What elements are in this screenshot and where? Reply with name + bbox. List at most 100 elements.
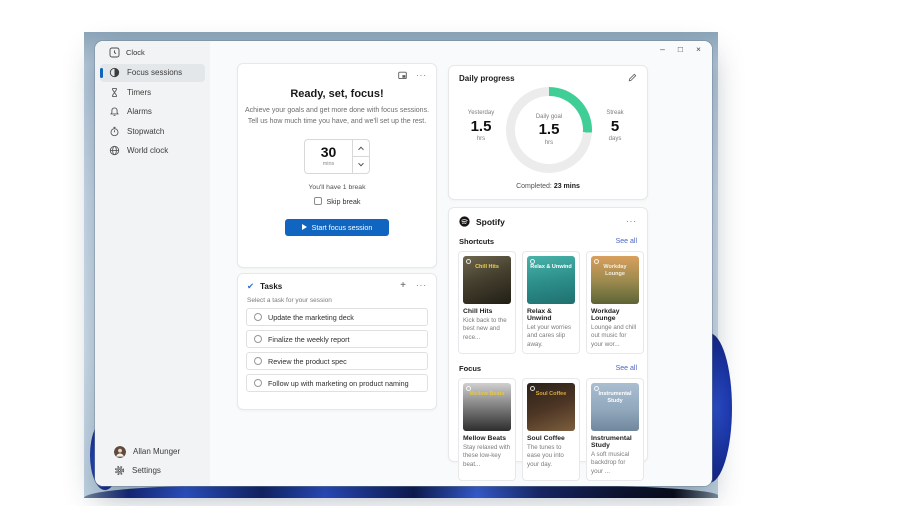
sidebar-item-timers[interactable]: Timers — [100, 83, 205, 101]
task-radio[interactable] — [254, 313, 262, 321]
sidebar-item-settings[interactable]: Settings — [105, 462, 200, 479]
completed-value: 23 mins — [554, 183, 580, 190]
sidebar-item-label: Settings — [132, 466, 161, 475]
section-label: Shortcuts — [459, 237, 494, 246]
task-row[interactable]: Finalize the weekly report — [246, 330, 428, 348]
daily-goal-stat: Daily goal 1.5 hrs — [506, 87, 592, 173]
duration-unit: mins — [305, 161, 352, 167]
artwork-text: Chill Hits — [466, 264, 508, 271]
playlist-description: Stay relaxed with these low-key beat... — [463, 444, 511, 469]
user-profile-item[interactable]: Allan Munger — [105, 443, 200, 460]
playlist-title: Workday Lounge — [591, 308, 639, 322]
playlist-artwork: Instrumental Study — [591, 383, 639, 431]
compact-mode-icon[interactable] — [398, 71, 407, 80]
focus-see-all-link[interactable]: See all — [616, 365, 637, 372]
sidebar-item-alarms[interactable]: Alarms — [100, 103, 205, 121]
globe-icon — [109, 145, 120, 156]
playlist-artwork: Mellow Beats — [463, 383, 511, 431]
playlist-tile[interactable]: Soul Coffee Soul Coffee The tunes to eas… — [522, 378, 580, 481]
task-row[interactable]: Review the product spec — [246, 352, 428, 370]
playlist-description: Lounge and chill out music for your wor.… — [591, 324, 639, 349]
tasks-more-options-icon[interactable]: ··· — [416, 282, 427, 290]
edit-goal-icon[interactable] — [628, 73, 637, 82]
sidebar-item-world-clock[interactable]: World clock — [100, 142, 205, 160]
stat-label: Daily goal — [536, 114, 562, 120]
playlist-artwork: Workday Lounge — [591, 256, 639, 304]
playlist-description: Let your worries and cares slip away. — [527, 324, 575, 349]
start-button-label: Start focus session — [312, 223, 373, 232]
gear-icon — [114, 465, 125, 476]
playlist-tile[interactable]: Chill Hits Chill Hits Kick back to the b… — [458, 251, 516, 354]
description-line-1: Achieve your goals and get more done wit… — [245, 107, 429, 114]
focus-card-description: Achieve your goals and get more done wit… — [238, 106, 436, 128]
chevron-down-icon — [358, 160, 364, 166]
skip-break-row: Skip break — [238, 197, 436, 206]
sidebar-item-label: World clock — [127, 146, 168, 155]
shortcuts-see-all-link[interactable]: See all — [616, 238, 637, 245]
playlist-title: Soul Coffee — [527, 435, 575, 442]
spotify-logo-icon — [459, 216, 470, 227]
sidebar-item-focus-sessions[interactable]: Focus sessions — [100, 64, 205, 82]
start-focus-session-button[interactable]: Start focus session — [285, 219, 389, 236]
artwork-text: Workday Lounge — [594, 264, 636, 277]
focus-sessions-icon — [109, 67, 120, 78]
spotify-header: Spotify ··· — [449, 208, 647, 227]
skip-break-checkbox[interactable] — [314, 197, 322, 205]
task-label: Follow up with marketing on product nami… — [268, 379, 409, 388]
stat-unit: hrs — [459, 136, 503, 142]
playlist-tile[interactable]: Relax & Unwind Relax & Unwind Let your w… — [522, 251, 580, 354]
spotify-more-options-icon[interactable]: ··· — [626, 218, 637, 226]
increase-duration-button[interactable] — [352, 139, 370, 156]
focus-card-title: Ready, set, focus! — [238, 88, 436, 100]
artwork-text: Mellow Beats — [466, 391, 508, 398]
playlist-description: Kick back to the best new and rece... — [463, 317, 511, 342]
tasks-check-icon: ✔ — [247, 282, 254, 291]
decrease-duration-button[interactable] — [352, 156, 370, 174]
focus-section-header: Focus See all — [449, 354, 647, 373]
break-note: You'll have 1 break — [238, 184, 436, 191]
daily-progress-card: Daily progress Yesterday 1.5 hrs Daily g… — [448, 65, 648, 200]
stat-value: 5 — [593, 118, 637, 135]
page: Clock Focus sessions Timers — [0, 0, 900, 506]
playlist-tile[interactable]: Workday Lounge Workday Lounge Lounge and… — [586, 251, 644, 354]
stat-unit: days — [593, 136, 637, 142]
task-row[interactable]: Update the marketing deck — [246, 308, 428, 326]
sidebar-item-label: Alarms — [127, 107, 152, 116]
duration-stepper: 30 mins — [304, 139, 370, 174]
duration-value-box[interactable]: 30 mins — [304, 139, 352, 174]
artwork-text: Soul Coffee — [530, 391, 572, 398]
tasks-subtitle: Select a task for your session — [238, 291, 436, 304]
task-radio[interactable] — [254, 379, 262, 387]
play-icon — [302, 224, 307, 230]
user-name-label: Allan Munger — [133, 447, 180, 456]
task-row[interactable]: Follow up with marketing on product nami… — [246, 374, 428, 392]
sidebar-item-stopwatch[interactable]: Stopwatch — [100, 122, 205, 140]
bell-icon — [109, 106, 120, 117]
shortcuts-section-header: Shortcuts See all — [449, 227, 647, 246]
yesterday-stat: Yesterday 1.5 hrs — [459, 110, 503, 142]
minimize-button[interactable]: – — [660, 44, 665, 54]
playlist-tile[interactable]: Mellow Beats Mellow Beats Stay relaxed w… — [458, 378, 516, 481]
task-radio[interactable] — [254, 335, 262, 343]
playlist-tile[interactable]: Instrumental Study Instrumental Study A … — [586, 378, 644, 481]
window-controls: – □ × — [660, 44, 701, 54]
playlist-description: The tunes to ease you into your day. — [527, 444, 575, 469]
spotify-mini-logo-icon — [594, 259, 599, 264]
focus-card-actions: ··· — [398, 71, 427, 80]
task-radio[interactable] — [254, 357, 262, 365]
playlist-artwork: Relax & Unwind — [527, 256, 575, 304]
playlist-title: Mellow Beats — [463, 435, 511, 442]
more-options-icon[interactable]: ··· — [416, 72, 427, 80]
app-title-label: Clock — [126, 48, 145, 57]
wallpaper-bloom-strip — [84, 485, 718, 498]
clock-app-window: Clock Focus sessions Timers — [95, 41, 712, 486]
add-task-button[interactable]: + — [400, 281, 406, 291]
close-button[interactable]: × — [696, 44, 701, 54]
maximize-button[interactable]: □ — [678, 44, 683, 54]
main-area: – □ × ··· Ready, set, focus! — [210, 41, 712, 486]
task-label: Finalize the weekly report — [268, 335, 350, 344]
stepper-buttons — [352, 139, 370, 174]
stopwatch-icon — [109, 126, 120, 137]
duration-value: 30 — [305, 144, 352, 160]
focus-setup-card: ··· Ready, set, focus! Achieve your goal… — [237, 63, 437, 268]
